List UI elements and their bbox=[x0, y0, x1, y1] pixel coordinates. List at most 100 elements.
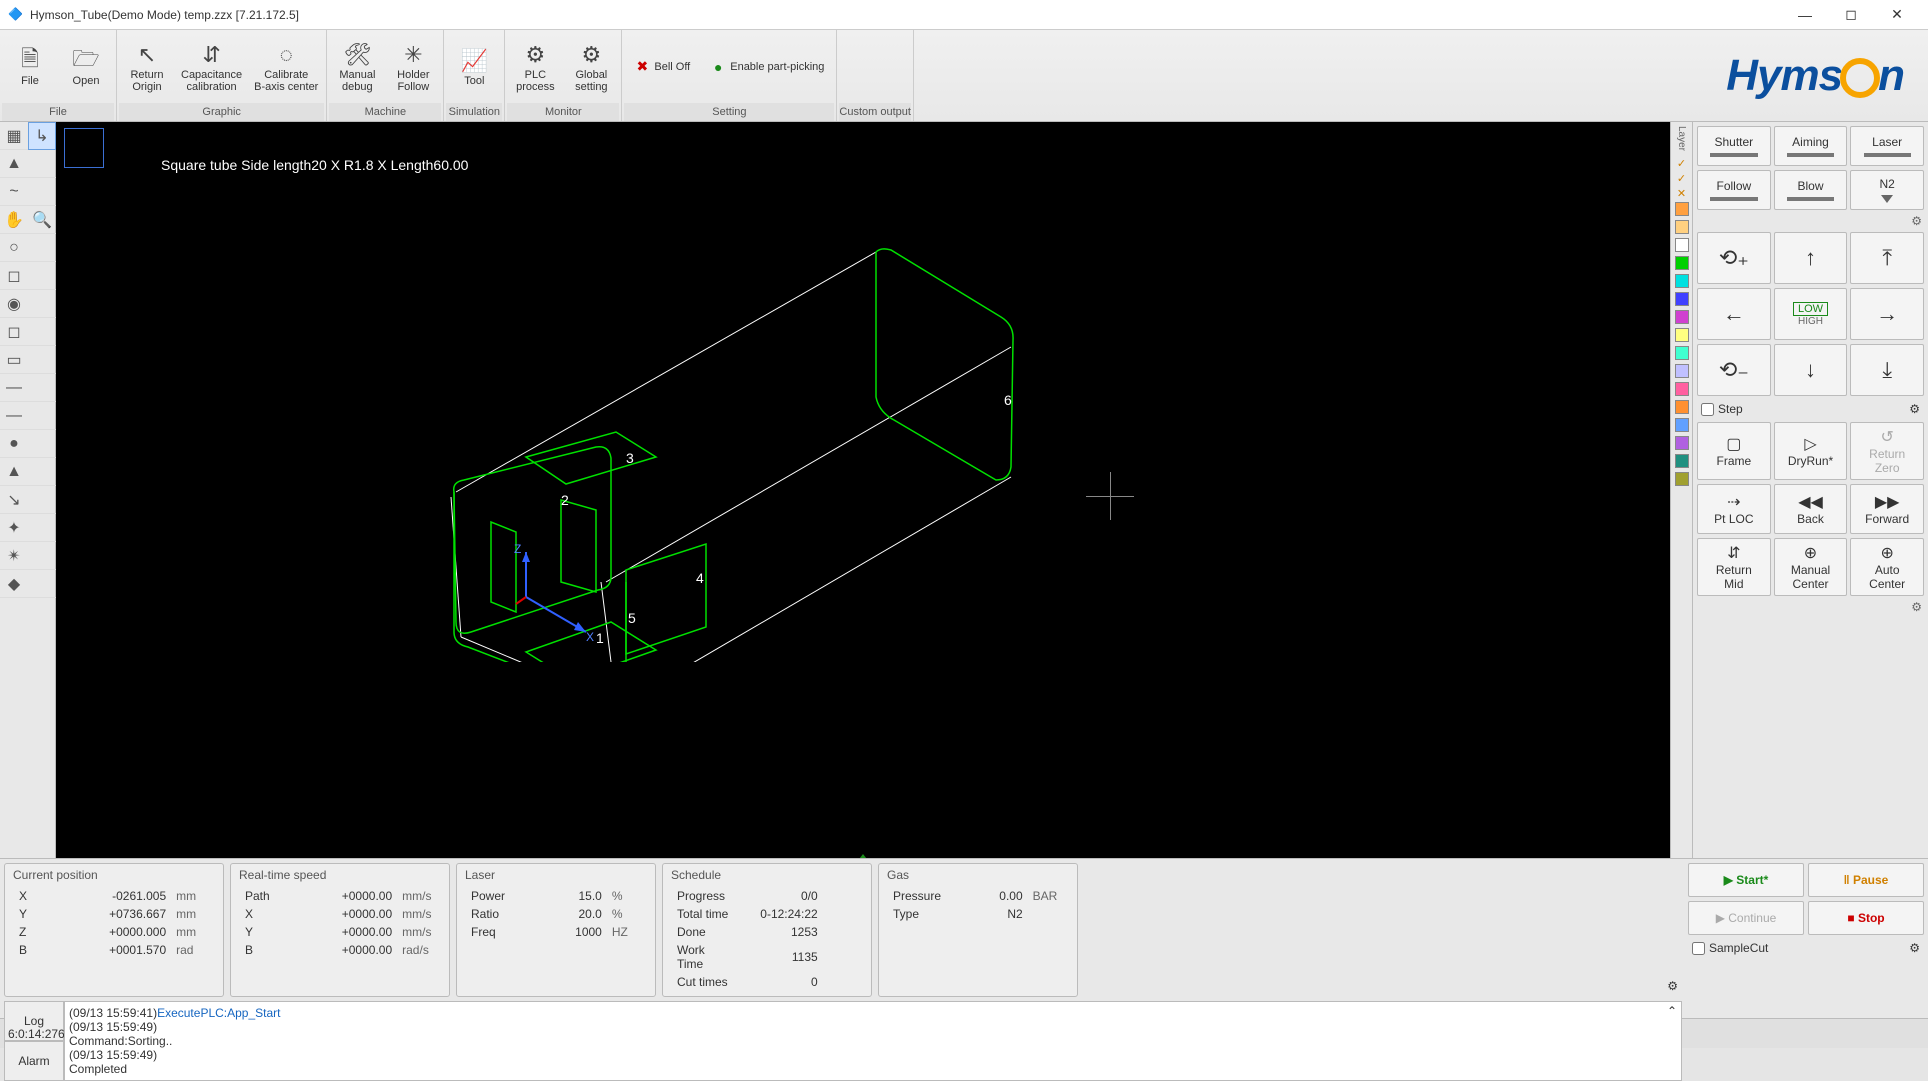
tool-button[interactable]: ▲ bbox=[0, 458, 28, 486]
control-cell[interactable]: Shutter bbox=[1697, 126, 1771, 166]
tool-button[interactable]: ↳ bbox=[28, 122, 56, 150]
step-checkbox[interactable]: Step⚙ bbox=[1697, 400, 1924, 418]
tool-button[interactable] bbox=[28, 430, 56, 458]
op-button[interactable]: ▢Frame bbox=[1697, 422, 1771, 480]
control-cell[interactable]: ⟲₊ bbox=[1697, 232, 1771, 284]
tool-button[interactable]: ▲ bbox=[0, 150, 28, 178]
tool-button[interactable] bbox=[28, 262, 56, 290]
layer-chip[interactable] bbox=[1675, 238, 1689, 252]
file-button[interactable]: 🗎File bbox=[2, 30, 58, 103]
bell-off-button[interactable]: ✖Bell Off bbox=[624, 30, 700, 103]
gear-icon[interactable]: ⚙ bbox=[1909, 402, 1920, 416]
control-cell[interactable]: Laser bbox=[1850, 126, 1924, 166]
sample-cut-checkbox[interactable]: SampleCut⚙ bbox=[1688, 939, 1924, 957]
return-origin-button[interactable]: ↖Return Origin bbox=[119, 30, 175, 103]
canvas-handle[interactable] bbox=[856, 854, 870, 858]
holder-follow-button[interactable]: ✳Holder Follow bbox=[385, 30, 441, 103]
tool-button[interactable]: ✦ bbox=[0, 514, 28, 542]
calibrate-b-button[interactable]: ◌Calibrate B-axis center bbox=[248, 30, 324, 103]
layer-chip[interactable] bbox=[1675, 400, 1689, 414]
tool-button[interactable] bbox=[28, 290, 56, 318]
tool-button[interactable]: ✋ bbox=[0, 206, 28, 234]
control-cell[interactable]: → bbox=[1850, 288, 1924, 340]
global-button[interactable]: ⚙Global setting bbox=[563, 30, 619, 103]
tool-button[interactable]: ~ bbox=[0, 178, 28, 206]
maximize-button[interactable]: ◻ bbox=[1828, 0, 1874, 30]
gear-icon[interactable]: ⚙ bbox=[1911, 214, 1922, 228]
tool-button[interactable] bbox=[28, 542, 56, 570]
op-button[interactable]: ⊕Auto Center bbox=[1850, 538, 1924, 596]
layer-chip[interactable] bbox=[1675, 454, 1689, 468]
tool-button[interactable]: ○ bbox=[0, 234, 28, 262]
tool-button[interactable] bbox=[28, 346, 56, 374]
layer-visibility-icon[interactable]: ✕ bbox=[1677, 187, 1686, 200]
op-button[interactable]: ↺Return Zero bbox=[1850, 422, 1924, 480]
op-button[interactable]: ⇢Pt LOC bbox=[1697, 484, 1771, 534]
control-cell[interactable]: N2 bbox=[1850, 170, 1924, 210]
layer-chip[interactable] bbox=[1675, 472, 1689, 486]
layer-chip[interactable] bbox=[1675, 274, 1689, 288]
tool-button[interactable]: ↘ bbox=[0, 486, 28, 514]
control-cell[interactable]: Blow bbox=[1774, 170, 1848, 210]
tool-button[interactable] bbox=[28, 570, 56, 598]
drawing-canvas[interactable]: Square tube Side length20 X R1.8 X Lengt… bbox=[56, 122, 1670, 858]
control-cell[interactable]: ↓ bbox=[1774, 344, 1848, 396]
tool-button[interactable]: ◻ bbox=[0, 318, 28, 346]
tool-button[interactable]: ◻ bbox=[0, 262, 28, 290]
tool-button[interactable] bbox=[28, 486, 56, 514]
control-cell[interactable]: ⤒ bbox=[1850, 232, 1924, 284]
tool-button[interactable]: ● bbox=[0, 430, 28, 458]
continue-button[interactable]: ▶ Continue bbox=[1688, 901, 1804, 935]
pause-button[interactable]: ‖ Pause bbox=[1808, 863, 1924, 897]
tool-button[interactable] bbox=[28, 402, 56, 430]
tool-button[interactable]: 🔍 bbox=[28, 206, 56, 234]
start-button[interactable]: ▶ Start* bbox=[1688, 863, 1804, 897]
gear-icon[interactable]: ⚙ bbox=[1909, 941, 1920, 955]
tool-button[interactable] bbox=[28, 318, 56, 346]
log-tab[interactable]: Alarm bbox=[4, 1041, 64, 1081]
tool-button[interactable] bbox=[28, 374, 56, 402]
tool-button[interactable]: — bbox=[0, 402, 28, 430]
open-button[interactable]: 🗁Open bbox=[58, 30, 114, 103]
tool-button[interactable] bbox=[28, 150, 56, 178]
op-button[interactable]: ▷DryRun* bbox=[1774, 422, 1848, 480]
close-button[interactable]: ✕ bbox=[1874, 0, 1920, 30]
gear-icon[interactable]: ⚙ bbox=[1911, 600, 1922, 614]
op-button[interactable]: ◀◀Back bbox=[1774, 484, 1848, 534]
layer-chip[interactable] bbox=[1675, 436, 1689, 450]
op-button[interactable]: ⊕Manual Center bbox=[1774, 538, 1848, 596]
part-pick-button[interactable]: ●Enable part-picking bbox=[700, 30, 834, 103]
tool-button[interactable]: ✴ bbox=[0, 542, 28, 570]
layer-visibility-icon[interactable]: ✓ bbox=[1677, 172, 1686, 185]
control-cell[interactable]: ↑ bbox=[1774, 232, 1848, 284]
manual-debug-button[interactable]: 🛠Manual debug bbox=[329, 30, 385, 103]
layer-chip[interactable] bbox=[1675, 256, 1689, 270]
plc-button[interactable]: ⚙PLC process bbox=[507, 30, 563, 103]
tool-button[interactable] bbox=[28, 458, 56, 486]
layer-chip[interactable] bbox=[1675, 418, 1689, 432]
tool-button[interactable]: ◉ bbox=[0, 290, 28, 318]
cap-cal-button[interactable]: ⇵Capacitance calibration bbox=[175, 30, 248, 103]
tool-button[interactable]: ▭ bbox=[0, 346, 28, 374]
control-cell[interactable]: Aiming bbox=[1774, 126, 1848, 166]
layer-visibility-icon[interactable]: ✓ bbox=[1677, 157, 1686, 170]
layer-chip[interactable] bbox=[1675, 328, 1689, 342]
layer-chip[interactable] bbox=[1675, 202, 1689, 216]
control-cell[interactable]: ⟲₋ bbox=[1697, 344, 1771, 396]
tool-button[interactable]: 📈Tool bbox=[446, 30, 502, 103]
stop-button[interactable]: ■ Stop bbox=[1808, 901, 1924, 935]
layer-chip[interactable] bbox=[1675, 310, 1689, 324]
control-cell[interactable]: ← bbox=[1697, 288, 1771, 340]
tool-button[interactable]: — bbox=[0, 374, 28, 402]
layer-chip[interactable] bbox=[1675, 382, 1689, 396]
op-button[interactable]: ⇵Return Mid bbox=[1697, 538, 1771, 596]
tool-button[interactable]: ▦ bbox=[0, 122, 28, 150]
control-cell[interactable]: ⤓ bbox=[1850, 344, 1924, 396]
minimize-button[interactable]: — bbox=[1782, 0, 1828, 30]
layer-chip[interactable] bbox=[1675, 292, 1689, 306]
log-text[interactable]: ⌃(09/13 15:59:41)ExecutePLC:App_Start(09… bbox=[64, 1001, 1682, 1081]
control-cell[interactable]: Follow bbox=[1697, 170, 1771, 210]
tool-button[interactable] bbox=[28, 178, 56, 206]
tool-button[interactable] bbox=[28, 234, 56, 262]
log-scroll-up-icon[interactable]: ⌃ bbox=[1667, 1004, 1677, 1018]
